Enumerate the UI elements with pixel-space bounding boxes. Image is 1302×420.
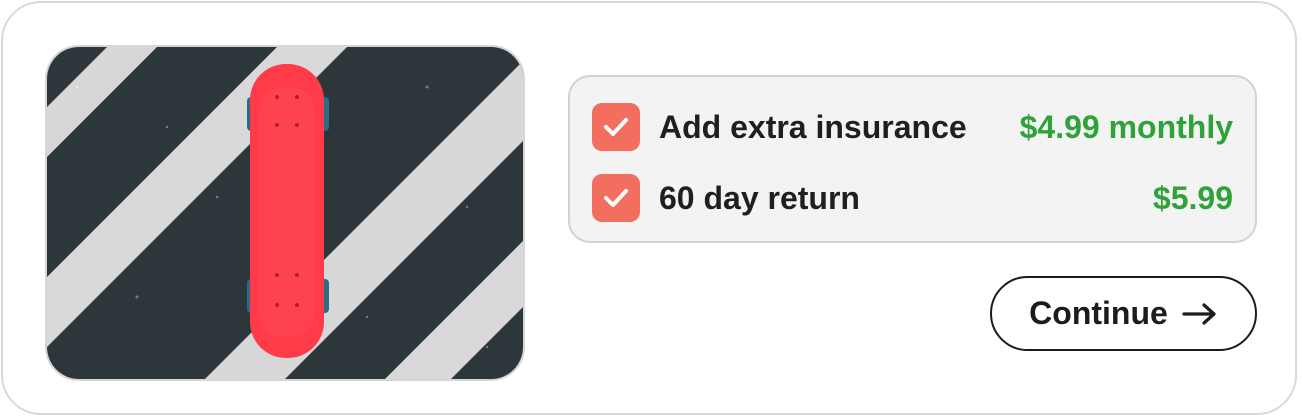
option-price: $4.99 monthly bbox=[1019, 108, 1233, 145]
option-label: Add extra insurance bbox=[659, 108, 967, 145]
check-icon bbox=[604, 118, 628, 136]
return-checkbox[interactable] bbox=[592, 174, 640, 222]
continue-button[interactable]: Continue bbox=[990, 276, 1257, 351]
option-label: 60 day return bbox=[659, 179, 860, 216]
product-image bbox=[45, 45, 525, 381]
checkout-card: Add extra insurance $4.99 monthly 60 day… bbox=[1, 1, 1297, 415]
addon-options-panel: Add extra insurance $4.99 monthly 60 day… bbox=[568, 75, 1257, 243]
option-return[interactable]: 60 day return $5.99 bbox=[592, 173, 1233, 223]
arrow-right-icon bbox=[1182, 302, 1218, 326]
continue-label: Continue bbox=[1029, 295, 1168, 331]
option-price: $5.99 bbox=[1152, 179, 1233, 216]
insurance-checkbox[interactable] bbox=[592, 103, 640, 151]
check-icon bbox=[604, 189, 628, 207]
option-insurance[interactable]: Add extra insurance $4.99 monthly bbox=[592, 102, 1233, 152]
